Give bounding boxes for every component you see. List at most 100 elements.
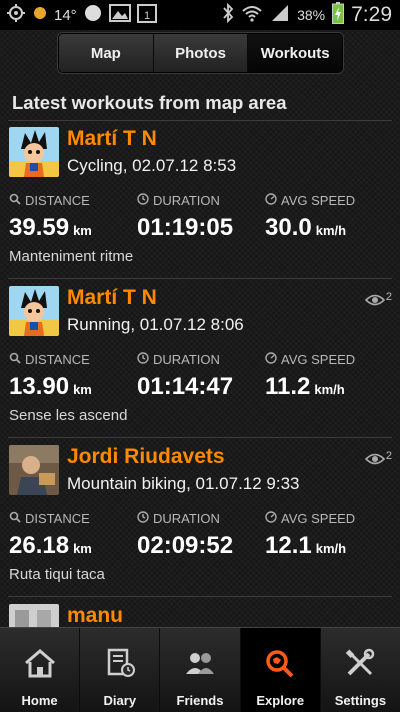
avatar [9, 286, 59, 336]
speedometer-icon [265, 192, 277, 208]
eye-icon [364, 452, 386, 471]
bottom-navigation: Home Diary Friends Explore Settings [0, 627, 400, 712]
temperature: 14° [54, 6, 77, 24]
views-count: 2 [385, 291, 392, 303]
distance-unit: km [73, 223, 92, 238]
distance-stat: DISTANCE 13.90 km [9, 351, 92, 401]
clock-icon [137, 351, 149, 367]
workout-note: Ruta tiqui taca [9, 566, 105, 583]
avatar [9, 445, 59, 495]
view-tabs: Map Photos Workouts [58, 33, 343, 73]
explore-icon [263, 648, 297, 683]
clock-icon [137, 510, 149, 526]
moon-icon [83, 3, 103, 28]
calendar-icon: 1 [136, 3, 157, 28]
workout-card[interactable]: Martí T N Cycling, 02.07.12 8:53 DISTANC… [0, 120, 400, 278]
gallery-icon [108, 3, 131, 27]
views-indicator: 2 [364, 450, 392, 471]
nav-settings-label: Settings [334, 693, 387, 708]
distance-value: 26.18 [9, 532, 70, 559]
home-icon [23, 648, 57, 683]
friends-icon [183, 648, 217, 683]
workout-note: Sense les ascend [9, 407, 128, 424]
nav-home[interactable]: Home [0, 628, 81, 712]
search-icon [9, 352, 21, 367]
speed-stat: AVG SPEED 12.1 km/h [265, 510, 355, 560]
workout-card[interactable]: Martí T N Running, 01.07.12 8:06 2 DISTA… [0, 279, 400, 437]
user-name[interactable]: manu [67, 604, 123, 627]
nav-friends[interactable]: Friends [160, 628, 241, 712]
nav-home-label: Home [21, 693, 58, 708]
distance-unit: km [73, 541, 92, 556]
eye-icon [364, 293, 386, 312]
distance-value: 39.59 [9, 214, 70, 241]
tab-photos[interactable]: Photos [153, 34, 249, 72]
workout-note: Manteniment ritme [9, 248, 134, 265]
battery-charging-icon [332, 1, 345, 29]
activity-info: Running, 01.07.12 8:06 [67, 315, 244, 334]
weather-icon [32, 3, 48, 28]
avatar [9, 127, 59, 177]
avatar [9, 604, 59, 627]
duration-stat: DURATION 01:14:47 [137, 351, 233, 401]
avg-speed-label: AVG SPEED [281, 510, 356, 526]
distance-value: 13.90 [9, 373, 70, 400]
speed-stat: AVG SPEED 11.2 km/h [265, 351, 355, 401]
status-bar: 14° 1 38% 7:29 [0, 0, 400, 30]
nav-explore[interactable]: Explore [240, 628, 321, 712]
duration-stat: DURATION 01:19:05 [137, 192, 233, 242]
signal-icon [270, 3, 290, 28]
speed-unit: km/h [314, 382, 345, 397]
activity-info: Mountain biking, 01.07.12 9:33 [67, 474, 300, 493]
distance-unit: km [73, 382, 92, 397]
wifi-icon [241, 4, 263, 27]
diary-icon [103, 648, 137, 683]
speed-unit: km/h [315, 541, 347, 556]
bluetooth-icon [222, 2, 234, 28]
settings-icon [343, 648, 377, 683]
svg-text:1: 1 [144, 10, 150, 22]
duration-value: 02:09:52 [137, 532, 234, 559]
distance-label: DISTANCE [25, 192, 90, 208]
views-indicator: 2 [364, 291, 392, 312]
gps-icon [6, 3, 26, 28]
duration-value: 01:19:05 [137, 214, 234, 241]
workout-card[interactable]: manu [0, 597, 400, 627]
search-icon [9, 193, 21, 208]
nav-settings[interactable]: Settings [321, 628, 400, 712]
nav-diary-label: Diary [103, 693, 137, 708]
avg-speed-label: AVG SPEED [281, 351, 356, 367]
activity-info: Cycling, 02.07.12 8:53 [67, 156, 237, 175]
tab-map[interactable]: Map [59, 34, 154, 72]
tab-workouts[interactable]: Workouts [248, 34, 342, 72]
duration-label: DURATION [153, 510, 220, 526]
duration-label: DURATION [153, 192, 220, 208]
avg-speed-value: 11.2 [265, 373, 311, 400]
distance-label: DISTANCE [25, 351, 90, 367]
speedometer-icon [265, 351, 277, 367]
nav-friends-label: Friends [176, 693, 224, 708]
avg-speed-label: AVG SPEED [281, 192, 356, 208]
speed-stat: AVG SPEED 30.0 km/h [265, 192, 355, 242]
clock-icon [137, 192, 149, 208]
distance-label: DISTANCE [25, 510, 90, 526]
search-icon [9, 511, 21, 526]
avg-speed-value: 30.0 [265, 214, 312, 241]
user-name[interactable]: Martí T N [67, 127, 157, 151]
section-title: Latest workouts from map area [12, 92, 287, 113]
workout-card[interactable]: Jordi Riudavets Mountain biking, 01.07.1… [0, 438, 400, 596]
nav-explore-label: Explore [256, 693, 305, 708]
avg-speed-value: 12.1 [265, 532, 312, 559]
battery-percent: 38% [297, 7, 326, 23]
nav-diary[interactable]: Diary [80, 628, 161, 712]
duration-value: 01:14:47 [137, 373, 234, 400]
clock: 7:29 [351, 3, 392, 26]
user-name[interactable]: Martí T N [67, 286, 157, 310]
distance-stat: DISTANCE 39.59 km [9, 192, 92, 242]
duration-stat: DURATION 02:09:52 [137, 510, 233, 560]
views-count: 2 [385, 450, 392, 462]
speed-unit: km/h [315, 223, 347, 238]
distance-stat: DISTANCE 26.18 km [9, 510, 92, 560]
user-name[interactable]: Jordi Riudavets [67, 445, 225, 469]
speedometer-icon [265, 510, 277, 526]
